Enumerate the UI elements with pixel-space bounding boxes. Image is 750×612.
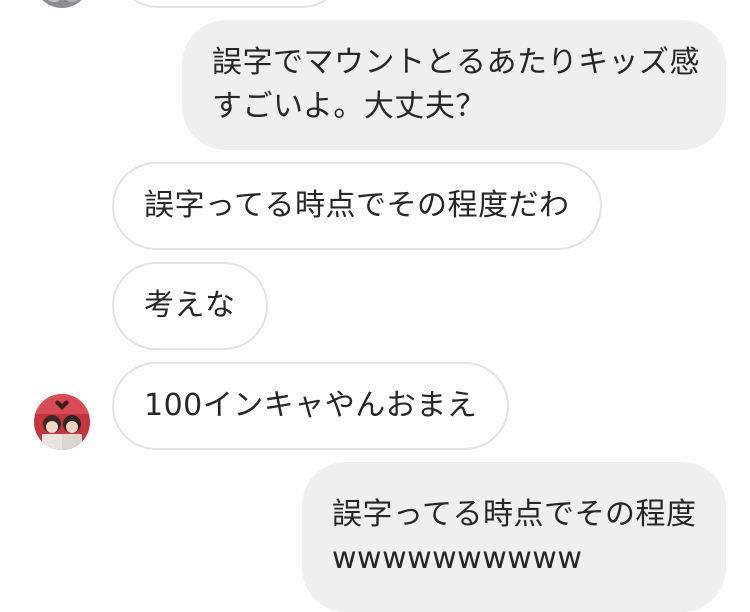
message-bubble-partial[interactable] xyxy=(114,0,346,8)
profile-photo-icon xyxy=(34,394,90,450)
message-text: 誤字ってる時点でその程度だわ xyxy=(144,188,570,223)
avatar-top-partial[interactable] xyxy=(34,0,90,8)
message-text-line: 誤字でマウントとるあたりキッズ感 xyxy=(212,45,700,80)
message-bubble-outgoing[interactable]: 誤字ってる時点でその程度 wwwwwwwwww xyxy=(302,462,726,612)
message-text: 考えな xyxy=(144,288,236,323)
message-text-line: 誤字ってる時点でその程度 xyxy=(332,497,697,532)
message-text-line: すごいよ。大丈夫？ xyxy=(212,89,486,124)
message-bubble-incoming[interactable]: 100インキャやんおまえ xyxy=(112,362,510,450)
message-bubble-incoming[interactable]: 誤字ってる時点でその程度だわ xyxy=(112,162,602,250)
sender-avatar[interactable] xyxy=(34,394,90,450)
message-text: 100インキャやんおまえ xyxy=(144,388,478,423)
message-text-line: wwwwwwwwww xyxy=(332,541,583,576)
message-bubble-incoming[interactable]: 考えな xyxy=(112,262,268,350)
message-bubble-outgoing[interactable]: 誤字でマウントとるあたりキッズ感 すごいよ。大丈夫？ xyxy=(182,20,726,150)
profile-photo-icon xyxy=(34,0,90,8)
